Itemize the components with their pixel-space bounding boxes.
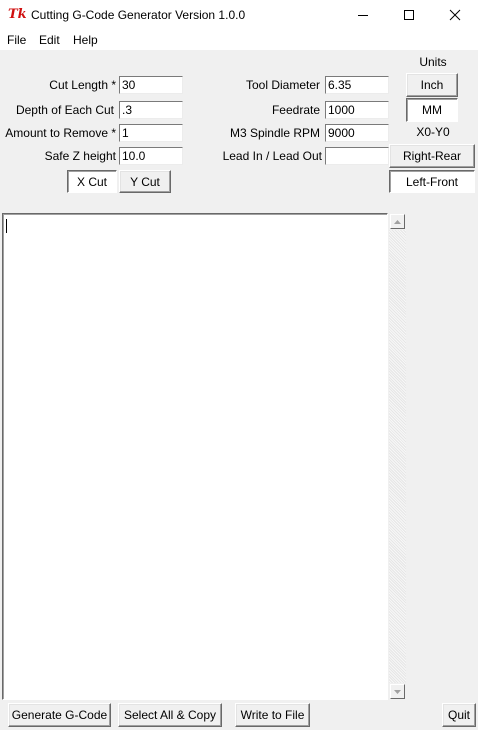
menu-help[interactable]: Help (73, 33, 98, 47)
generate-gcode-button[interactable]: Generate G-Code (8, 703, 111, 727)
maximize-button[interactable] (386, 0, 432, 30)
minimize-icon (358, 15, 368, 16)
cut-length-input[interactable]: 30 (119, 76, 183, 94)
y-cut-button[interactable]: Y Cut (119, 170, 171, 193)
select-all-copy-button[interactable]: Select All & Copy (118, 703, 222, 727)
scrollbar-track[interactable] (389, 230, 406, 683)
close-icon (449, 9, 461, 21)
mm-button[interactable]: MM (406, 98, 458, 122)
feedrate-label: Feedrate (271, 103, 320, 117)
right-rear-button[interactable]: Right-Rear (389, 144, 475, 168)
text-cursor (6, 219, 7, 233)
close-button[interactable] (432, 0, 478, 30)
arrow-down-icon (394, 689, 401, 694)
quit-button[interactable]: Quit (442, 703, 476, 727)
amount-to-remove-input[interactable]: 1 (119, 124, 183, 142)
scroll-up-button[interactable] (390, 214, 405, 229)
m3-spindle-rpm-input[interactable]: 9000 (325, 124, 389, 142)
tool-diameter-label: Tool Diameter (245, 78, 320, 92)
safe-z-height-label: Safe Z height (44, 149, 116, 163)
gcode-output-textarea[interactable] (2, 213, 388, 700)
maximize-icon (404, 10, 414, 20)
units-heading: Units (419, 55, 447, 69)
amount-to-remove-label: Amount to Remove * (5, 126, 116, 140)
feedrate-input[interactable]: 1000 (325, 101, 389, 119)
safe-z-height-input[interactable]: 10.0 (119, 147, 183, 165)
scroll-down-button[interactable] (390, 684, 405, 699)
minimize-button[interactable] (340, 0, 386, 30)
depth-of-each-cut-label: Depth of Each Cut (15, 103, 114, 117)
inch-button[interactable]: Inch (406, 73, 458, 97)
write-to-file-button[interactable]: Write to File (235, 703, 310, 727)
menu-edit[interactable]: Edit (39, 33, 60, 47)
lead-in-lead-out-label: Lead In / Lead Out (222, 149, 322, 163)
cut-length-label: Cut Length * (49, 78, 116, 92)
tk-app-icon: Tk (8, 7, 27, 22)
depth-of-each-cut-input[interactable]: .3 (119, 101, 183, 119)
window-title: Cutting G-Code Generator Version 1.0.0 (31, 8, 246, 22)
x-cut-button[interactable]: X Cut (67, 170, 117, 193)
menu-file[interactable]: File (7, 33, 26, 47)
arrow-up-icon (394, 219, 401, 224)
m3-spindle-rpm-label: M3 Spindle RPM (229, 126, 320, 140)
lead-in-lead-out-input[interactable] (325, 147, 389, 165)
origin-heading: X0-Y0 (416, 125, 450, 139)
left-front-button[interactable]: Left-Front (389, 170, 475, 193)
menu-bar (0, 30, 478, 50)
tool-diameter-input[interactable]: 6.35 (325, 76, 389, 94)
